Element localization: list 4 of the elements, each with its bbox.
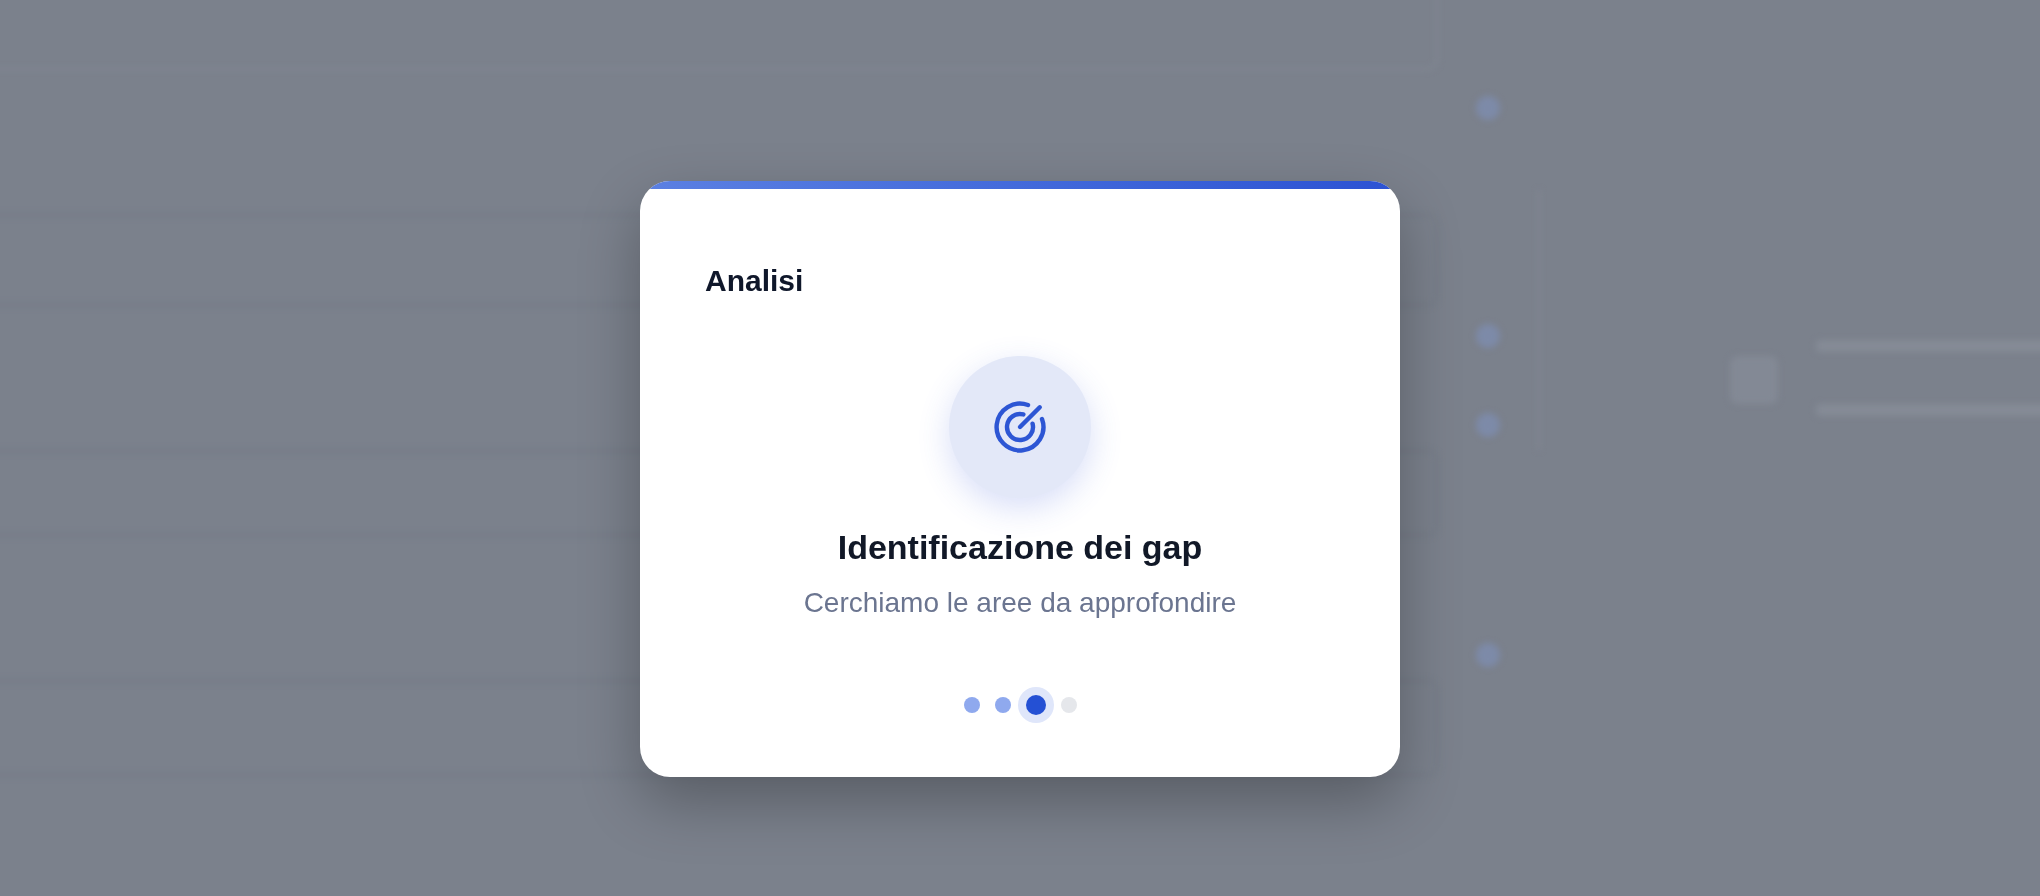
step-heading: Identificazione dei gap <box>837 527 1203 568</box>
dialog-title: Analisi <box>705 263 804 299</box>
step-description: Cerchiamo le aree da approfondire <box>803 586 1237 620</box>
target-icon <box>994 401 1046 453</box>
